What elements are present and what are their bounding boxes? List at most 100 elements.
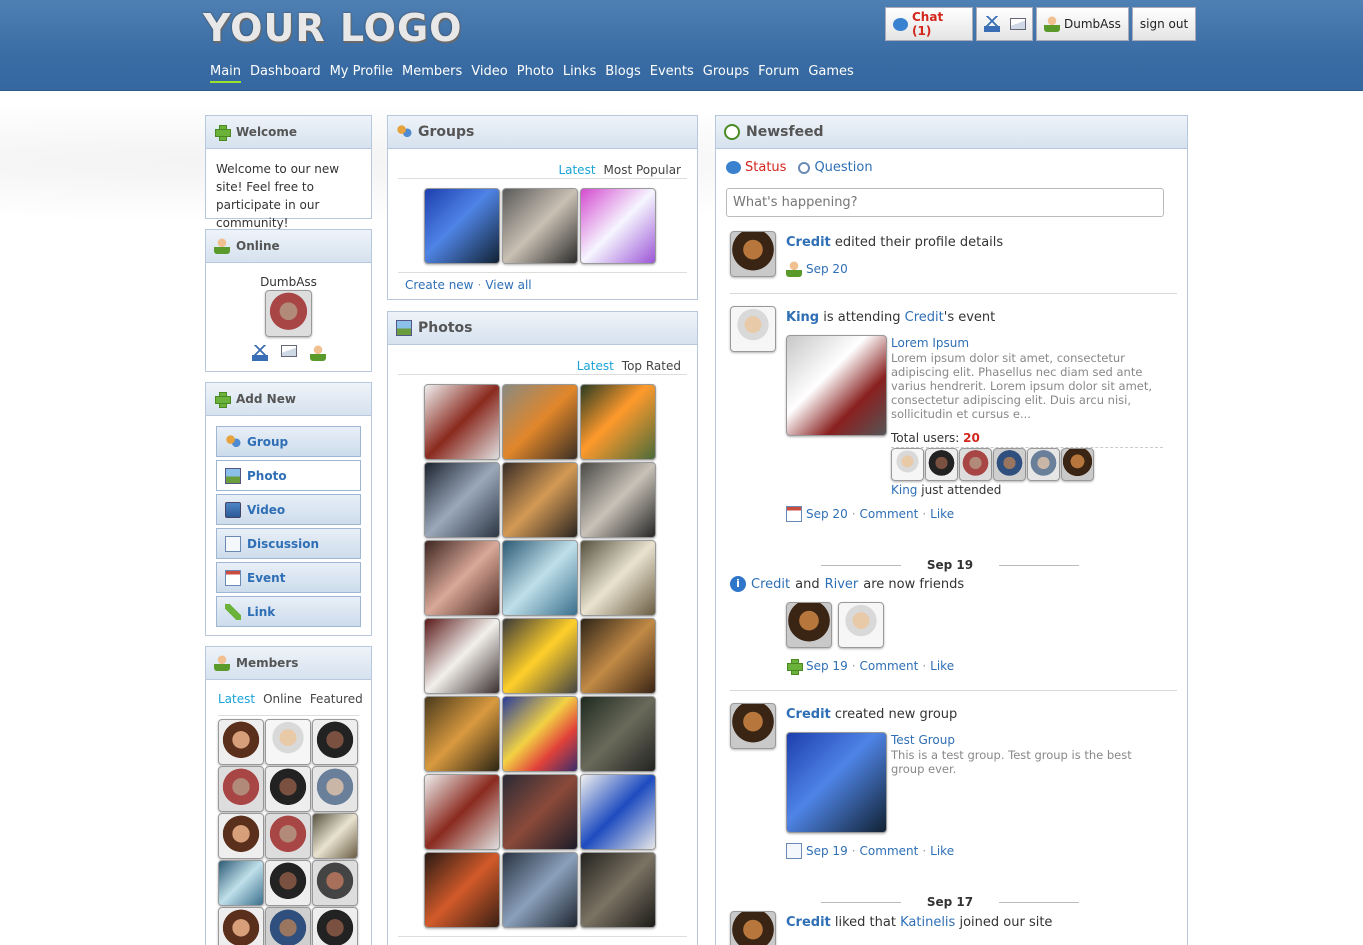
- attendee-avatar[interactable]: [1027, 448, 1060, 481]
- feed-date[interactable]: Sep 19: [806, 659, 848, 673]
- photo-thumb[interactable]: [424, 618, 500, 694]
- feed-user-link[interactable]: Credit: [786, 915, 831, 930]
- photo-thumb[interactable]: [580, 540, 656, 616]
- member-avatar[interactable]: [265, 860, 311, 906]
- photo-thumb[interactable]: [580, 774, 656, 850]
- like-link[interactable]: Like: [930, 507, 954, 521]
- friend-avatar[interactable]: [838, 602, 884, 648]
- user-icon[interactable]: [310, 345, 326, 361]
- group-title-link[interactable]: Test Group: [891, 733, 1161, 747]
- event-image[interactable]: [786, 335, 887, 436]
- site-logo[interactable]: YOUR LOGO: [203, 6, 462, 50]
- feed-date[interactable]: Sep 20: [806, 507, 848, 521]
- comment-link[interactable]: Comment: [860, 844, 919, 858]
- photo-thumb[interactable]: [580, 852, 656, 928]
- photo-thumb[interactable]: [580, 384, 656, 460]
- member-avatar[interactable]: [265, 813, 311, 859]
- add-event-button[interactable]: Event: [216, 562, 361, 593]
- photo-thumb[interactable]: [424, 774, 500, 850]
- status-input[interactable]: [726, 188, 1164, 217]
- feed-avatar[interactable]: [730, 911, 776, 945]
- members-tab-online[interactable]: Online: [263, 692, 302, 706]
- feed-date[interactable]: Sep 20: [806, 262, 848, 276]
- photos-tab-top-rated[interactable]: Top Rated: [622, 359, 681, 373]
- add-group-button[interactable]: Group: [216, 426, 361, 457]
- like-link[interactable]: Like: [930, 659, 954, 673]
- feed-user-link[interactable]: Credit: [751, 577, 790, 592]
- mail-icon[interactable]: [1009, 18, 1026, 30]
- attendee-avatar[interactable]: [1061, 448, 1094, 481]
- nav-item-forum[interactable]: Forum: [758, 64, 799, 83]
- signout-button[interactable]: sign out: [1131, 7, 1197, 41]
- nav-item-games[interactable]: Games: [808, 64, 853, 83]
- nav-item-members[interactable]: Members: [402, 64, 462, 83]
- photo-thumb[interactable]: [502, 384, 578, 460]
- nav-item-my-profile[interactable]: My Profile: [330, 64, 393, 83]
- photo-thumb[interactable]: [424, 696, 500, 772]
- nav-item-main[interactable]: Main: [210, 64, 242, 83]
- members-tab-latest[interactable]: Latest: [218, 692, 255, 706]
- view-all-groups-link[interactable]: View all: [485, 278, 531, 292]
- attendee-avatar[interactable]: [891, 448, 924, 481]
- feed-user-link[interactable]: King: [786, 310, 819, 325]
- event-owner-link[interactable]: Credit: [905, 310, 944, 325]
- attendee-avatar[interactable]: [959, 448, 992, 481]
- mail-icon[interactable]: [281, 345, 297, 357]
- nav-item-events[interactable]: Events: [650, 64, 694, 83]
- member-avatar[interactable]: [218, 860, 264, 906]
- member-avatar[interactable]: [218, 907, 264, 945]
- nav-item-dashboard[interactable]: Dashboard: [250, 64, 321, 83]
- friend-avatar[interactable]: [786, 602, 832, 648]
- group-thumb[interactable]: [502, 188, 578, 264]
- feed-user-link[interactable]: Katinelis: [900, 915, 955, 930]
- user-button[interactable]: DumbAss: [1036, 7, 1129, 41]
- photo-thumb[interactable]: [502, 696, 578, 772]
- add-link-button[interactable]: Link: [216, 596, 361, 627]
- like-link[interactable]: Like: [930, 844, 954, 858]
- feed-user-link[interactable]: River: [825, 577, 859, 592]
- chat-button[interactable]: Chat (1): [885, 7, 973, 41]
- member-avatar[interactable]: [265, 766, 311, 812]
- photo-thumb[interactable]: [580, 462, 656, 538]
- nav-item-photo[interactable]: Photo: [517, 64, 554, 83]
- nav-item-groups[interactable]: Groups: [703, 64, 749, 83]
- photos-tab-latest[interactable]: Latest: [577, 359, 614, 373]
- photo-thumb[interactable]: [424, 384, 500, 460]
- members-tab-featured[interactable]: Featured: [310, 692, 363, 706]
- comment-link[interactable]: Comment: [860, 507, 919, 521]
- feed-user-link[interactable]: Credit: [786, 707, 831, 722]
- member-avatar[interactable]: [218, 813, 264, 859]
- photo-thumb[interactable]: [424, 852, 500, 928]
- attended-user-link[interactable]: King: [891, 483, 917, 497]
- member-avatar[interactable]: [312, 860, 358, 906]
- add-video-button[interactable]: Video: [216, 494, 361, 525]
- online-username[interactable]: DumbAss: [206, 275, 371, 289]
- photo-thumb[interactable]: [502, 774, 578, 850]
- feed-avatar[interactable]: [730, 306, 776, 352]
- attendee-avatar[interactable]: [993, 448, 1026, 481]
- member-avatar[interactable]: [312, 766, 358, 812]
- groups-tab-latest[interactable]: Latest: [558, 163, 595, 177]
- photo-thumb[interactable]: [424, 540, 500, 616]
- nav-item-video[interactable]: Video: [471, 64, 507, 83]
- photo-thumb[interactable]: [502, 852, 578, 928]
- nav-item-links[interactable]: Links: [563, 64, 596, 83]
- photo-thumb[interactable]: [502, 540, 578, 616]
- question-tab[interactable]: Question: [814, 160, 872, 175]
- member-avatar[interactable]: [312, 907, 358, 945]
- feed-avatar[interactable]: [730, 703, 776, 749]
- home-icon[interactable]: [252, 345, 268, 361]
- photo-thumb[interactable]: [502, 462, 578, 538]
- photo-thumb[interactable]: [580, 696, 656, 772]
- member-avatar[interactable]: [265, 719, 311, 765]
- event-title-link[interactable]: Lorem Ipsum: [891, 336, 1161, 350]
- photo-thumb[interactable]: [502, 618, 578, 694]
- status-tab[interactable]: Status: [745, 160, 786, 175]
- feed-avatar[interactable]: [730, 231, 776, 277]
- group-image[interactable]: [786, 732, 887, 833]
- member-avatar[interactable]: [265, 907, 311, 945]
- member-avatar[interactable]: [312, 719, 358, 765]
- feed-date[interactable]: Sep 19: [806, 844, 848, 858]
- photo-thumb[interactable]: [580, 618, 656, 694]
- group-thumb[interactable]: [580, 188, 656, 264]
